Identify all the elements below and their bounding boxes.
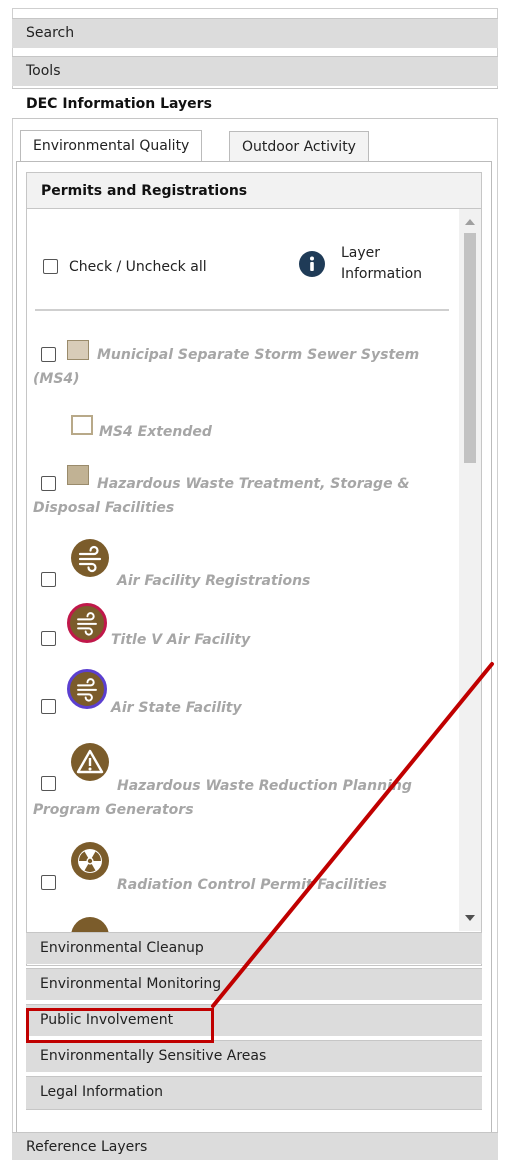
environmental-cleanup-header[interactable]: Environmental Cleanup <box>26 932 482 964</box>
layer-information-label-1[interactable]: Layer <box>341 243 380 263</box>
scrollbar[interactable] <box>459 209 481 931</box>
scroll-thumb[interactable] <box>464 233 476 463</box>
panel-title[interactable]: Permits and Registrations <box>27 173 481 209</box>
divider <box>35 309 449 311</box>
tab-outdoor-activity[interactable]: Outdoor Activity <box>229 131 369 162</box>
check-all-checkbox[interactable] <box>43 259 58 274</box>
ms4-label-line1: Municipal Separate Storm Sewer System <box>97 347 420 363</box>
hw-reduction-label-line1: Hazardous Waste Reduction Planning <box>117 778 412 794</box>
ms4-checkbox[interactable] <box>41 347 56 362</box>
air-facility-checkbox[interactable] <box>41 572 56 587</box>
hw-reduction-checkbox[interactable] <box>41 776 56 791</box>
tools-section-header[interactable]: Tools <box>12 56 498 86</box>
warning-triangle-icon <box>71 743 109 781</box>
permits-registrations-panel: Permits and Registrations Check / Unchec… <box>26 172 482 966</box>
title-v-checkbox[interactable] <box>41 631 56 646</box>
layer-information-label-2[interactable]: Information <box>341 264 422 284</box>
ms4-extended-label: MS4 Extended <box>99 424 212 440</box>
air-facility-label: Air Facility Registrations <box>117 573 311 589</box>
info-circle-icon[interactable] <box>299 251 325 277</box>
air-state-label: Air State Facility <box>111 700 242 716</box>
hazwaste-tsd-label-line2: Disposal Facilities <box>33 500 175 516</box>
scroll-up-arrow-icon[interactable] <box>465 219 475 225</box>
wind-icon <box>67 669 107 709</box>
dec-information-layers-header[interactable]: DEC Information Layers <box>12 88 498 119</box>
wind-icon <box>67 603 107 643</box>
public-involvement-header[interactable]: Public Involvement <box>26 1004 482 1036</box>
check-all-label: Check / Uncheck all <box>69 259 207 275</box>
radiation-icon <box>71 842 109 880</box>
hazwaste-tsd-swatch <box>67 465 89 485</box>
ms4-extended-swatch <box>71 415 93 435</box>
air-state-checkbox[interactable] <box>41 699 56 714</box>
radiation-checkbox[interactable] <box>41 875 56 890</box>
hazwaste-tsd-checkbox[interactable] <box>41 476 56 491</box>
ms4-swatch <box>67 340 89 360</box>
legal-information-header[interactable]: Legal Information <box>26 1076 482 1110</box>
title-v-label: Title V Air Facility <box>111 632 251 648</box>
hw-reduction-label-line2: Program Generators <box>33 802 194 818</box>
environmentally-sensitive-areas-header[interactable]: Environmentally Sensitive Areas <box>26 1040 482 1072</box>
reference-layers-header[interactable]: Reference Layers <box>12 1132 498 1160</box>
ms4-label-line2: (MS4) <box>33 371 80 387</box>
hazwaste-tsd-label-line1: Hazardous Waste Treatment, Storage & <box>97 476 410 492</box>
environmental-monitoring-header[interactable]: Environmental Monitoring <box>26 968 482 1000</box>
wind-icon <box>71 539 109 577</box>
tab-environmental-quality[interactable]: Environmental Quality <box>20 130 203 162</box>
radiation-label: Radiation Control Permit Facilities <box>117 877 387 893</box>
search-section-header[interactable]: Search <box>12 18 498 48</box>
scroll-down-arrow-icon[interactable] <box>465 915 475 921</box>
